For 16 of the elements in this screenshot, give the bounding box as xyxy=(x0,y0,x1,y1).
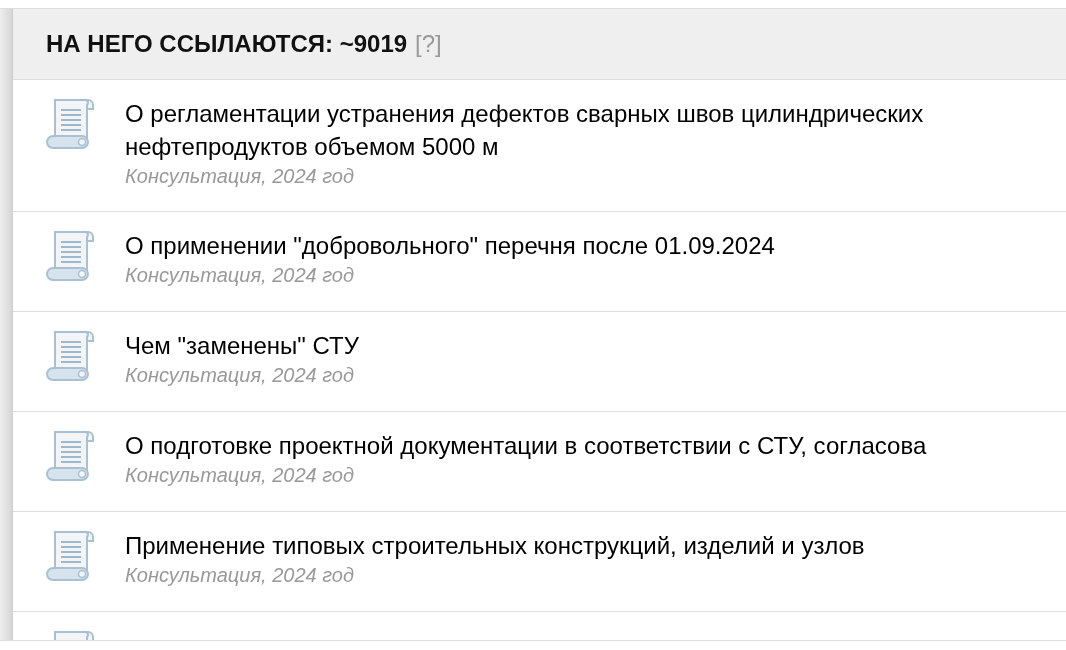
scroll-icon xyxy=(46,230,95,282)
scroll-icon xyxy=(46,330,95,382)
document-link[interactable]: О регламентации устранения дефектов сварных швов цилиндрических нефтепродуктов объемом 5000 м xyxy=(125,97,924,163)
scroll-icon xyxy=(46,530,95,582)
document-type-year: Консультация, 2024 год xyxy=(125,563,355,588)
document-link[interactable]: Применение типовых строительных конструкций, изделий и узлов xyxy=(125,529,865,562)
section-heading: НА НЕГО ССЫЛАЮТСЯ: ~9019 xyxy=(46,30,408,58)
document-type-year: Консультация, 2024 год xyxy=(125,463,355,488)
document-type-year: Консультация, 2024 год xyxy=(125,363,355,388)
scroll-icon xyxy=(46,98,95,150)
scroll-icon xyxy=(46,430,95,482)
document-type-year: Консультация, 2024 год xyxy=(125,263,355,288)
document-link[interactable]: О подготовке проектной документации в соответствии с СТУ, согласова xyxy=(125,429,927,462)
document-type-year: Консультация, 2024 год xyxy=(125,164,355,189)
document-link[interactable]: О применении "добровольного" перечня после 01.09.2024 xyxy=(125,229,775,262)
document-link[interactable]: Чем "заменены" СТУ xyxy=(125,329,359,362)
